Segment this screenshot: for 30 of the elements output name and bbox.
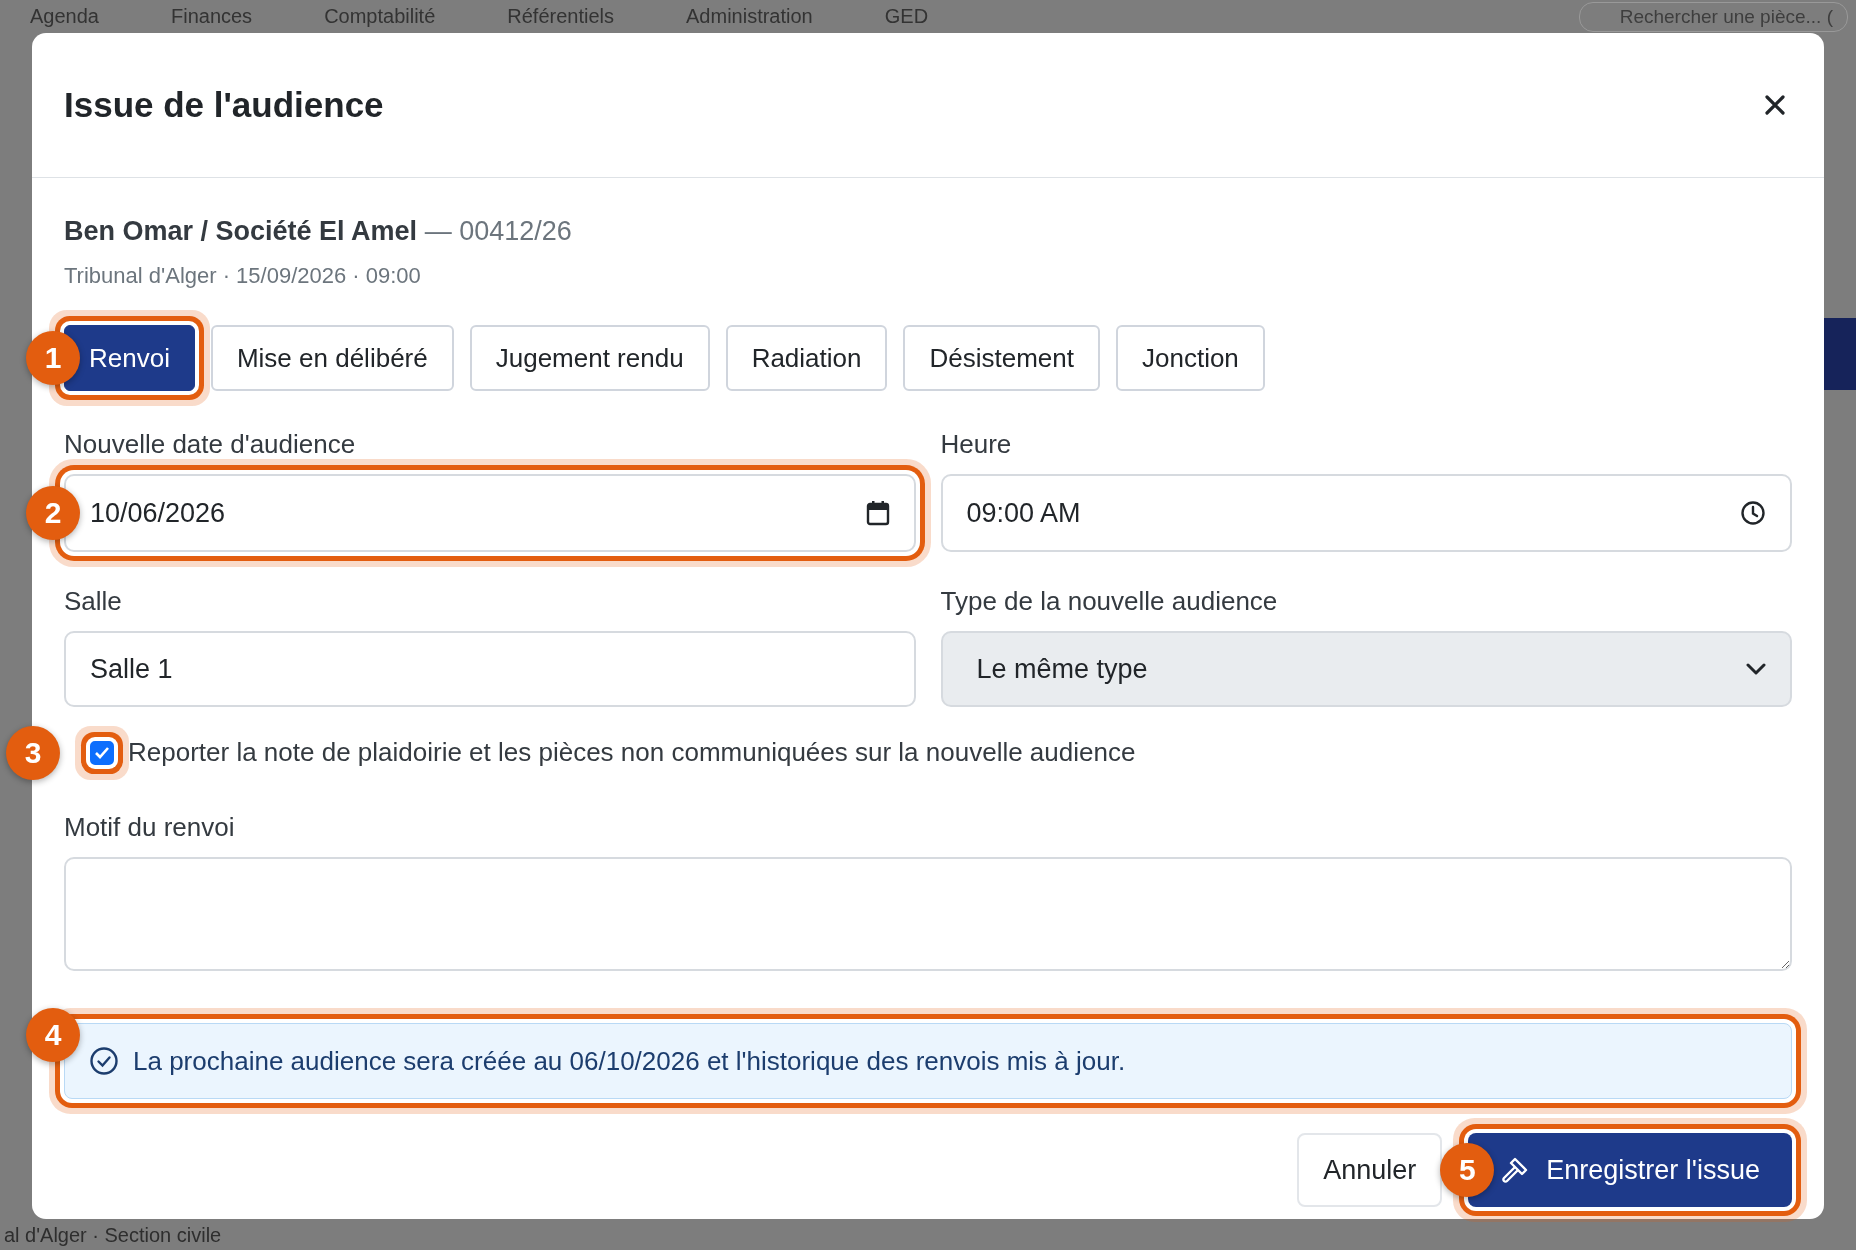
- field-label: Type de la nouvelle audience: [940, 586, 1279, 617]
- check-icon: [94, 745, 110, 760]
- cancel-button[interactable]: Annuler: [1297, 1133, 1443, 1207]
- callout-badge: 2: [26, 486, 80, 540]
- outcome-button[interactable]: Désistement: [903, 325, 1100, 391]
- field-label: Nouvelle date d'audience: [64, 429, 357, 460]
- field-label: Motif du renvoi: [64, 812, 236, 843]
- case-heading: Ben Omar / Société El Amel — 00412/26: [64, 216, 573, 247]
- outcome-button[interactable]: Radiation: [725, 325, 888, 391]
- textarea-field[interactable]: [64, 857, 1792, 971]
- select-field[interactable]: Le même type: [940, 631, 1792, 707]
- outcome-button[interactable]: Jonction: [1116, 325, 1265, 391]
- chevron-down-icon[interactable]: [1746, 662, 1766, 676]
- case-details: Tribunal d'Alger · 15/09/2026 · 09:00: [64, 263, 422, 289]
- outcome-button[interactable]: Mise en délibéré: [210, 325, 454, 391]
- check-circle-icon: [89, 1046, 119, 1076]
- input-field[interactable]: Salle 1: [64, 631, 916, 707]
- outcome-button[interactable]: Jugement rendu: [469, 325, 710, 391]
- time-field[interactable]: 09:00 AM: [940, 474, 1792, 552]
- checkbox-label: Reporter la note de plaidoirie et les pièces non communiquées sur la nouvelle audience: [128, 737, 1136, 768]
- field-label: Salle: [64, 586, 123, 617]
- info-text: La prochaine audience sera créée au 06/10/2026 et l'historique des renvois mis à jour.: [133, 1045, 1126, 1077]
- clock-icon[interactable]: [1740, 500, 1766, 526]
- field-label: Heure: [940, 429, 1013, 460]
- callout-badge: 3: [6, 725, 60, 780]
- callout-badge: 1: [26, 331, 80, 385]
- callout-badge: 4: [26, 1008, 80, 1062]
- calendar-icon[interactable]: [865, 500, 890, 526]
- court-text: al d'Alger · Section civile: [4, 1223, 222, 1247]
- dialog-title: Issue de l'audience: [64, 85, 384, 125]
